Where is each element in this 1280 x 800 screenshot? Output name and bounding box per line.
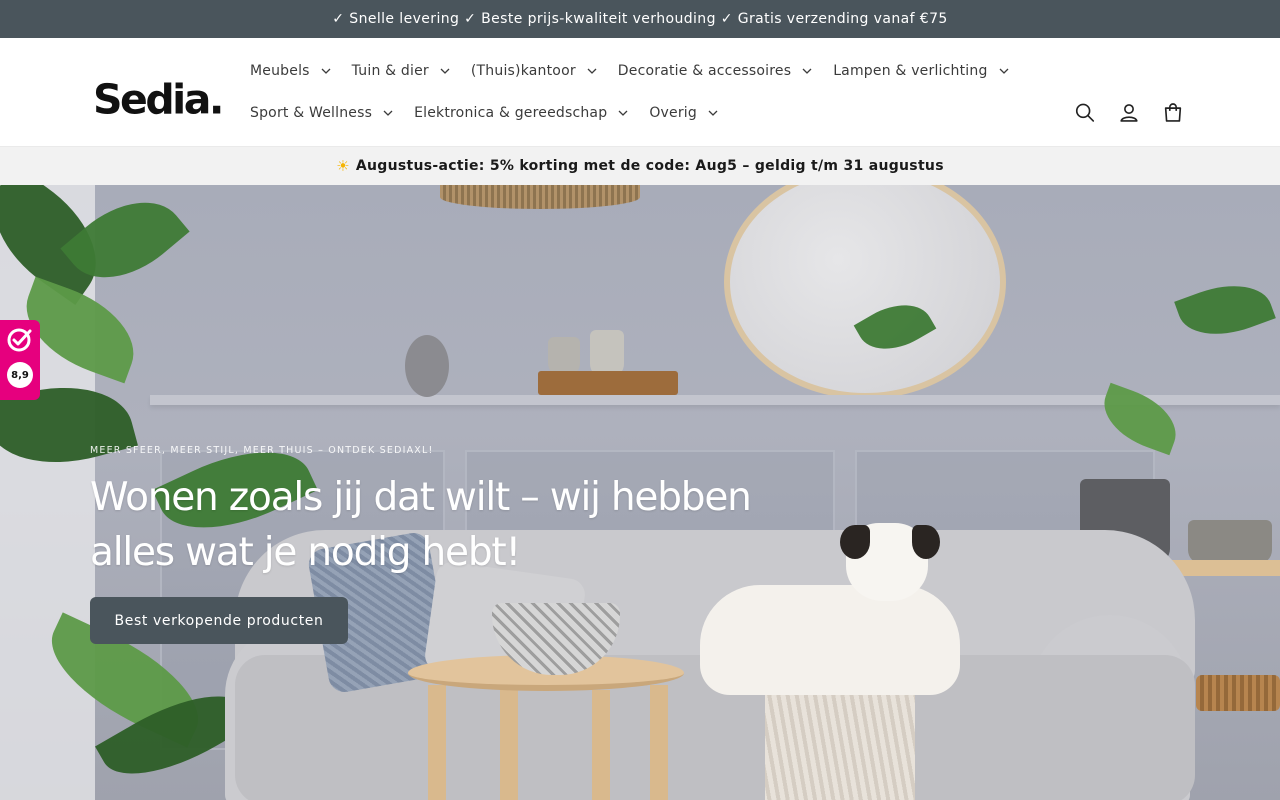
- nav-item-label: Lampen & verlichting: [833, 63, 988, 79]
- nav-row-1: Meubels Tuin & dier (Thuis)kantoor Decor…: [240, 50, 1020, 92]
- chevron-down-icon: [999, 68, 1009, 74]
- hero-banner: MEER SFEER, MEER STIJL, MEER THUIS – ONT…: [0, 185, 1280, 800]
- nav-item-label: Decoratie & accessoires: [617, 63, 792, 79]
- nav-item-thuiskantoor[interactable]: (Thuis)kantoor: [461, 63, 608, 79]
- hero-headline: Wonen zoals jij dat wilt – wij hebben al…: [90, 470, 810, 580]
- account-icon[interactable]: [1118, 102, 1140, 124]
- nav-item-label: Elektronica & gereedschap: [414, 105, 608, 121]
- nav-item-lampen[interactable]: Lampen & verlichting: [823, 63, 1019, 79]
- site-header: Sedia. Meubels Tuin & dier (Thuis)kantoo…: [0, 38, 1280, 146]
- nav-item-label: Tuin & dier: [351, 63, 429, 79]
- hero-table-leg: [500, 690, 518, 800]
- nav-item-label: (Thuis)kantoor: [470, 63, 576, 79]
- hero-dog: [700, 585, 960, 695]
- nav-item-overig[interactable]: Overig: [639, 105, 729, 121]
- nav-item-decoratie[interactable]: Decoratie & accessoires: [608, 63, 823, 79]
- hero-dog-ear: [912, 525, 940, 559]
- hero-dog-ear: [840, 525, 870, 559]
- nav-item-sport[interactable]: Sport & Wellness: [240, 105, 404, 121]
- hero-tray: [538, 371, 678, 395]
- sun-icon: ☀: [336, 157, 350, 175]
- kiyoh-check-icon: [7, 328, 32, 352]
- announcement-bar: ✓ Snelle levering ✓ Beste prijs-kwalitei…: [0, 0, 1280, 38]
- nav-item-elektronica[interactable]: Elektronica & gereedschap: [404, 105, 639, 121]
- hero-plant-leaf: [1094, 382, 1186, 456]
- nav-item-label: Overig: [649, 105, 697, 121]
- nav-item-meubels[interactable]: Meubels: [240, 63, 342, 79]
- promo-text: Augustus-actie: 5% korting met de code: …: [355, 158, 944, 174]
- chevron-down-icon: [321, 68, 331, 74]
- hero-content: MEER SFEER, MEER STIJL, MEER THUIS – ONT…: [90, 445, 810, 580]
- search-icon[interactable]: [1074, 102, 1096, 124]
- hero-kicker: MEER SFEER, MEER STIJL, MEER THUIS – ONT…: [90, 445, 434, 456]
- hero-plant-leaf: [1174, 271, 1276, 349]
- chevron-down-icon: [383, 110, 393, 116]
- review-rating: 8,9: [7, 362, 33, 388]
- hero-table-leg: [650, 685, 668, 800]
- nav-item-label: Meubels: [250, 63, 310, 79]
- chevron-down-icon: [708, 110, 718, 116]
- review-badge[interactable]: 8,9: [0, 320, 40, 400]
- logo[interactable]: Sedia.: [93, 79, 224, 120]
- nav-item-label: Sport & Wellness: [250, 105, 373, 121]
- nav-item-tuin-dier[interactable]: Tuin & dier: [342, 63, 461, 79]
- hero-mirror: [724, 185, 1006, 399]
- hero-pendant-lamp: [440, 185, 640, 209]
- hero-planter: [1188, 520, 1272, 564]
- header-actions: [1074, 102, 1184, 124]
- hero-table-leg: [592, 690, 610, 800]
- hero-vase: [405, 335, 449, 397]
- bestsellers-button[interactable]: Best verkopende producten: [90, 597, 348, 644]
- promo-bar[interactable]: ☀ Augustus-actie: 5% korting met de code…: [0, 146, 1280, 185]
- cart-icon[interactable]: [1162, 102, 1184, 124]
- hero-headline-line: Wonen zoals jij dat wilt – wij hebben: [90, 475, 752, 520]
- hero-table-leg: [428, 685, 446, 800]
- nav-row-2: Sport & Wellness Elektronica & gereedsch…: [240, 92, 729, 134]
- chevron-down-icon: [587, 68, 597, 74]
- chevron-down-icon: [440, 68, 450, 74]
- chevron-down-icon: [802, 68, 812, 74]
- hero-basket: [1196, 675, 1280, 711]
- hero-headline-line: alles wat je nodig hebt!: [90, 530, 521, 575]
- chevron-down-icon: [618, 110, 628, 116]
- announcement-text: ✓ Snelle levering ✓ Beste prijs-kwalitei…: [332, 11, 948, 27]
